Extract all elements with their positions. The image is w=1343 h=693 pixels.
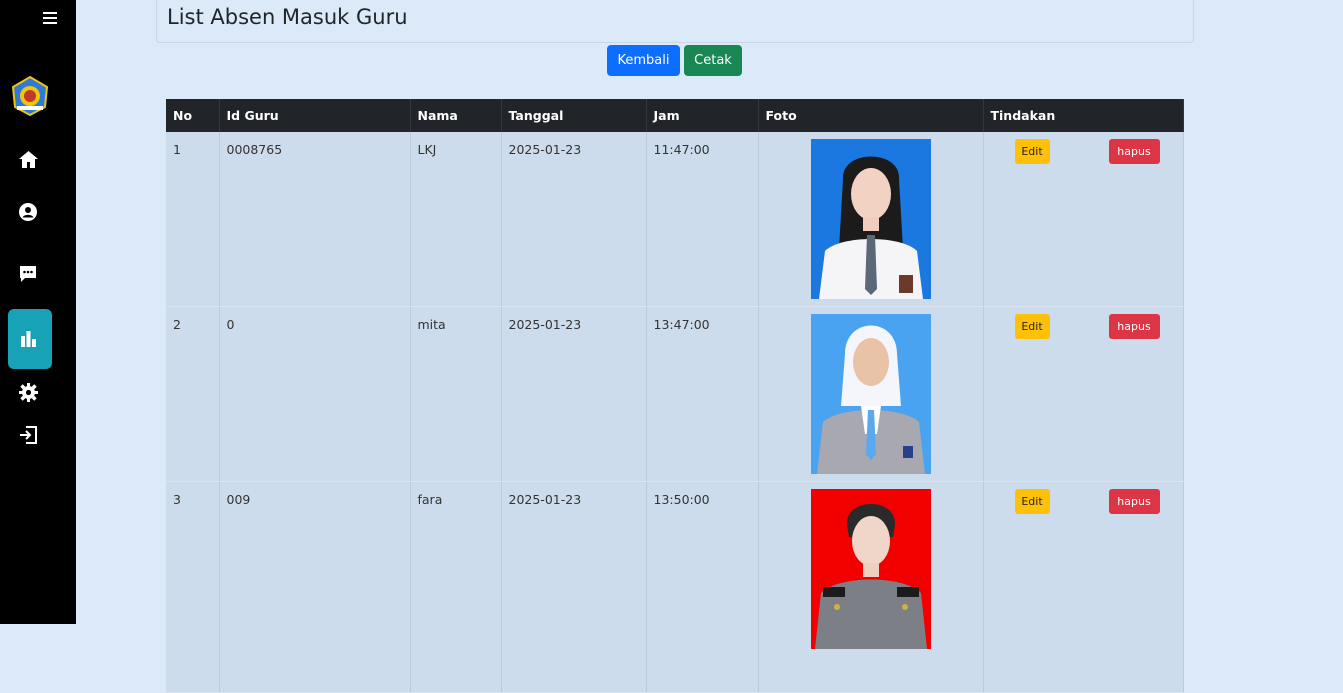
logout-icon[interactable] [18, 425, 38, 445]
gear-icon[interactable] [18, 382, 38, 402]
cell-no: 3 [166, 481, 220, 693]
header-tindakan: Tindakan [983, 99, 1184, 132]
cell-id-guru: 0008765 [219, 132, 411, 307]
menu-icon[interactable] [40, 9, 60, 27]
attendance-table: No Id Guru Nama Tanggal Jam Foto Tindaka… [166, 99, 1184, 693]
header-foto: Foto [758, 99, 984, 132]
school-logo [9, 75, 51, 117]
teacher-photo [810, 139, 931, 299]
cell-no: 1 [166, 132, 220, 307]
header-id-guru: Id Guru [219, 99, 411, 132]
cell-nama: LKJ [410, 132, 502, 307]
header-no: No [166, 99, 220, 132]
cell-foto [758, 481, 984, 693]
delete-button[interactable]: hapus [1108, 489, 1160, 514]
table-row: 1 0008765 LKJ 2025-01-23 11:47:00 Edit h… [166, 132, 1184, 307]
home-icon[interactable] [18, 149, 38, 169]
edit-button[interactable]: Edit [1014, 314, 1050, 339]
delete-button[interactable]: hapus [1108, 139, 1160, 164]
teacher-photo [810, 489, 931, 649]
cell-tanggal: 2025-01-23 [501, 306, 647, 482]
print-button[interactable]: Cetak [684, 45, 742, 76]
cell-id-guru: 0 [219, 306, 411, 482]
chat-icon[interactable] [18, 264, 38, 284]
cell-tanggal: 2025-01-23 [501, 132, 647, 307]
cell-jam: 13:50:00 [646, 481, 759, 693]
header-tanggal: Tanggal [501, 99, 647, 132]
cell-nama: mita [410, 306, 502, 482]
cell-no: 2 [166, 306, 220, 482]
sidebar [0, 0, 76, 624]
cell-nama: fara [410, 481, 502, 693]
table-row: 2 0 mita 2025-01-23 13:47:00 Edit hapus [166, 306, 1184, 482]
cell-foto [758, 306, 984, 482]
cell-jam: 11:47:00 [646, 132, 759, 307]
edit-button[interactable]: Edit [1014, 489, 1050, 514]
cell-id-guru: 009 [219, 481, 411, 693]
cell-actions: Edit hapus [983, 306, 1184, 482]
cell-jam: 13:47:00 [646, 306, 759, 482]
table-row: 3 009 fara 2025-01-23 13:50:00 Edit hapu… [166, 481, 1184, 693]
chart-icon[interactable] [18, 328, 38, 348]
header-nama: Nama [410, 99, 502, 132]
cell-actions: Edit hapus [983, 481, 1184, 693]
user-icon[interactable] [18, 202, 38, 222]
cell-actions: Edit hapus [983, 132, 1184, 307]
teacher-photo [810, 314, 931, 474]
header-jam: Jam [646, 99, 759, 132]
cell-foto [758, 132, 984, 307]
delete-button[interactable]: hapus [1108, 314, 1160, 339]
page-title: List Absen Masuk Guru [167, 5, 408, 29]
cell-tanggal: 2025-01-23 [501, 481, 647, 693]
table-header-row: No Id Guru Nama Tanggal Jam Foto Tindaka… [166, 99, 1184, 132]
page-header-card: List Absen Masuk Guru [156, 0, 1194, 43]
edit-button[interactable]: Edit [1014, 139, 1050, 164]
back-button[interactable]: Kembali [607, 45, 680, 76]
